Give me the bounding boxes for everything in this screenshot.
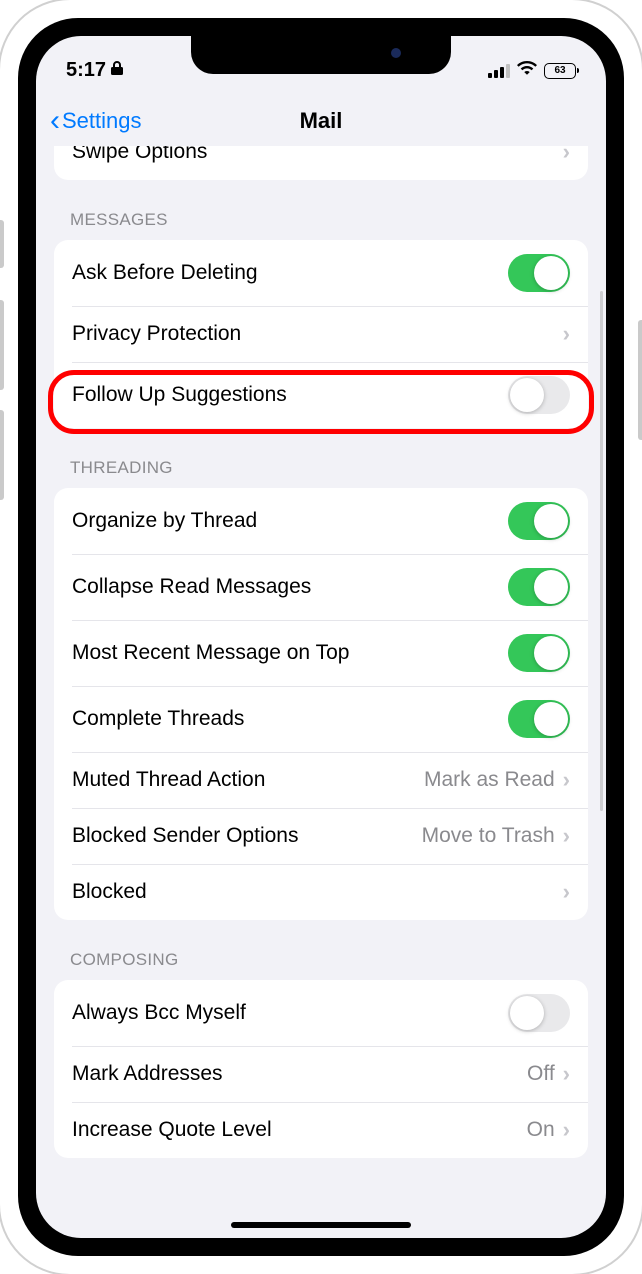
row-label: Blocked <box>72 880 563 904</box>
row-mark-addresses[interactable]: Mark Addresses Off › <box>54 1046 588 1102</box>
chevron-right-icon: › <box>563 321 570 347</box>
mute-switch <box>0 220 4 268</box>
row-label: Organize by Thread <box>72 509 508 533</box>
section-header-composing: COMPOSING <box>36 920 606 980</box>
row-collapse-read[interactable]: Collapse Read Messages <box>54 554 588 620</box>
row-label: Swipe Options <box>72 146 563 164</box>
toggle-follow-up[interactable] <box>508 376 570 414</box>
status-time: 5:17 <box>66 59 106 82</box>
row-label: Blocked Sender Options <box>72 824 422 848</box>
back-button[interactable]: ‹ Settings <box>50 106 142 136</box>
home-indicator[interactable] <box>231 1222 411 1228</box>
section-header-threading: THREADING <box>36 428 606 488</box>
chevron-right-icon: › <box>563 1117 570 1143</box>
status-right: 63 <box>488 60 576 81</box>
volume-up-button <box>0 300 4 390</box>
row-ask-before-deleting[interactable]: Ask Before Deleting <box>54 240 588 306</box>
row-value: Mark as Read <box>424 768 555 792</box>
screen: 5:17 63 <box>36 36 606 1238</box>
row-always-bcc[interactable]: Always Bcc Myself <box>54 980 588 1046</box>
row-complete-threads[interactable]: Complete Threads <box>54 686 588 752</box>
volume-down-button <box>0 410 4 500</box>
row-privacy-protection[interactable]: Privacy Protection › <box>54 306 588 362</box>
row-blocked[interactable]: Blocked › <box>54 864 588 920</box>
power-button <box>638 320 642 440</box>
settings-content[interactable]: Swipe Options › MESSAGES Ask Before Dele… <box>36 146 606 1238</box>
row-label: Mark Addresses <box>72 1062 527 1086</box>
notch <box>191 36 451 74</box>
battery-level: 63 <box>554 65 565 76</box>
toggle-complete[interactable] <box>508 700 570 738</box>
row-label: Muted Thread Action <box>72 768 424 792</box>
chevron-right-icon: › <box>563 1061 570 1087</box>
toggle-collapse[interactable] <box>508 568 570 606</box>
section-header-messages: MESSAGES <box>36 180 606 240</box>
toggle-bcc[interactable] <box>508 994 570 1032</box>
chevron-left-icon: ‹ <box>50 106 60 136</box>
toggle-organize[interactable] <box>508 502 570 540</box>
row-value: Move to Trash <box>422 824 555 848</box>
back-label: Settings <box>62 108 142 134</box>
row-recent-on-top[interactable]: Most Recent Message on Top <box>54 620 588 686</box>
row-swipe-options[interactable]: Swipe Options › <box>54 146 588 180</box>
row-muted-thread-action[interactable]: Muted Thread Action Mark as Read › <box>54 752 588 808</box>
section-partial: Swipe Options › <box>54 146 588 180</box>
toggle-ask-before-deleting[interactable] <box>508 254 570 292</box>
section-messages: Ask Before Deleting Privacy Protection ›… <box>54 240 588 428</box>
chevron-right-icon: › <box>563 823 570 849</box>
row-increase-quote-level[interactable]: Increase Quote Level On › <box>54 1102 588 1158</box>
lock-icon <box>111 59 123 82</box>
section-threading: Organize by Thread Collapse Read Message… <box>54 488 588 920</box>
chevron-right-icon: › <box>563 879 570 905</box>
row-blocked-sender-options[interactable]: Blocked Sender Options Move to Trash › <box>54 808 588 864</box>
row-label: Complete Threads <box>72 707 508 731</box>
status-left: 5:17 <box>66 59 123 82</box>
row-label: Most Recent Message on Top <box>72 641 508 665</box>
row-label: Privacy Protection <box>72 322 563 346</box>
toggle-recent-top[interactable] <box>508 634 570 672</box>
row-follow-up-suggestions[interactable]: Follow Up Suggestions <box>54 362 588 428</box>
nav-bar: ‹ Settings Mail <box>36 96 606 146</box>
phone-bezel: 5:17 63 <box>18 18 624 1256</box>
chevron-right-icon: › <box>563 146 570 165</box>
row-label: Increase Quote Level <box>72 1118 527 1142</box>
row-label: Follow Up Suggestions <box>72 383 508 407</box>
wifi-icon <box>517 60 537 81</box>
row-label: Ask Before Deleting <box>72 261 508 285</box>
row-value: Off <box>527 1062 555 1086</box>
row-organize-by-thread[interactable]: Organize by Thread <box>54 488 588 554</box>
row-label: Collapse Read Messages <box>72 575 508 599</box>
cellular-icon <box>488 64 510 78</box>
page-title: Mail <box>300 108 343 134</box>
scrollbar[interactable] <box>600 291 603 811</box>
chevron-right-icon: › <box>563 767 570 793</box>
section-composing: Always Bcc Myself Mark Addresses Off › I… <box>54 980 588 1158</box>
battery-icon: 63 <box>544 63 576 79</box>
phone-frame: 5:17 63 <box>0 0 642 1274</box>
row-label: Always Bcc Myself <box>72 1001 508 1025</box>
row-value: On <box>527 1118 555 1142</box>
